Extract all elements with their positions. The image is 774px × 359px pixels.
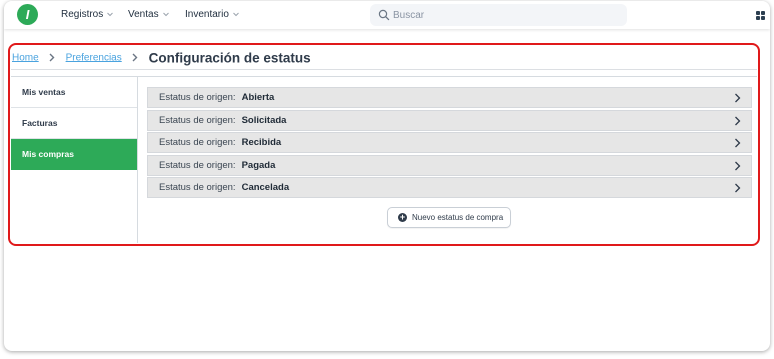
status-value: Pagada bbox=[241, 159, 276, 171]
settings-sidebar: Mis ventas Facturas Mis compras bbox=[11, 77, 138, 243]
breadcrumb-preferences-link[interactable]: Preferencias bbox=[66, 52, 122, 63]
status-prefix-label: Estatus de origen: bbox=[159, 182, 236, 193]
status-value: Cancelada bbox=[241, 182, 290, 193]
chevron-right-icon bbox=[735, 116, 741, 125]
chevron-down-icon bbox=[162, 13, 169, 17]
status-row-abierta[interactable]: Estatus de origen: Abierta bbox=[147, 87, 752, 108]
search-input[interactable] bbox=[393, 6, 618, 24]
chevron-right-icon bbox=[49, 53, 55, 62]
apps-grid-icon[interactable] bbox=[756, 11, 765, 20]
status-prefix-label: Estatus de origen: bbox=[159, 159, 236, 171]
status-row-pagada[interactable]: Estatus de origen: Pagada bbox=[147, 154, 752, 176]
chevron-right-icon bbox=[735, 93, 741, 103]
top-navbar: I Registros Ventas Inventario bbox=[4, 1, 770, 29]
sidebar-item-facturas[interactable]: Facturas bbox=[11, 108, 137, 139]
new-purchase-status-button[interactable]: + Nuevo estatus de compra bbox=[387, 207, 511, 228]
nav-registros[interactable]: Registros bbox=[61, 9, 114, 20]
app-logo[interactable]: I bbox=[17, 4, 38, 25]
status-prefix-label: Estatus de origen: bbox=[159, 137, 236, 148]
chevron-down-icon bbox=[233, 13, 239, 17]
status-list: Estatus de origen: Abierta Estatus de ori… bbox=[147, 87, 752, 200]
status-row-solicitada[interactable]: Estatus de origen: Solicitada bbox=[147, 109, 752, 131]
nav-ventas[interactable]: Ventas bbox=[128, 9, 170, 20]
nav-inventario-label: Inventario bbox=[185, 9, 229, 20]
nav-ventas-label: Ventas bbox=[128, 9, 159, 20]
new-purchase-status-label: Nuevo estatus de compra bbox=[412, 213, 504, 222]
status-value: Recibida bbox=[241, 137, 282, 148]
status-value: Solicitada bbox=[241, 114, 287, 126]
nav-inventario[interactable]: Inventario bbox=[185, 9, 240, 20]
status-row-cancelada[interactable]: Estatus de origen: Cancelada bbox=[147, 177, 752, 198]
breadcrumb-home-link[interactable]: Home bbox=[12, 52, 39, 63]
chevron-right-icon bbox=[735, 138, 741, 148]
search-box[interactable] bbox=[370, 4, 627, 26]
search-icon bbox=[378, 9, 390, 21]
breadcrumb: Home Preferencias Configuración de estat… bbox=[12, 49, 311, 67]
plus-circle-icon: + bbox=[398, 212, 407, 222]
chevron-down-icon bbox=[107, 13, 114, 17]
title-divider bbox=[11, 69, 757, 70]
settings-panel: Mis ventas Facturas Mis compras Estatus … bbox=[11, 76, 757, 243]
chevron-right-icon bbox=[735, 183, 741, 193]
page-title: Configuración de estatus bbox=[148, 50, 311, 66]
chevron-right-icon bbox=[132, 53, 138, 62]
sidebar-item-mis-compras[interactable]: Mis compras bbox=[11, 139, 137, 170]
status-prefix-label: Estatus de origen: bbox=[159, 114, 236, 126]
sidebar-item-mis-ventas[interactable]: Mis ventas bbox=[11, 77, 137, 108]
nav-registros-label: Registros bbox=[61, 9, 104, 20]
chevron-right-icon bbox=[735, 161, 741, 170]
status-value: Abierta bbox=[241, 92, 275, 103]
status-prefix-label: Estatus de origen: bbox=[159, 92, 236, 103]
status-row-recibida[interactable]: Estatus de origen: Recibida bbox=[147, 132, 752, 153]
